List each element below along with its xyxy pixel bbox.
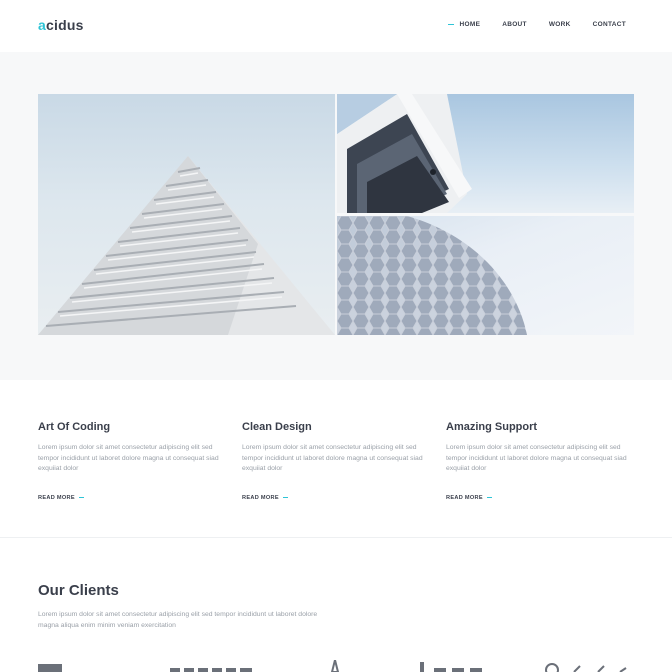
nav-item-about[interactable]: ABOUT bbox=[502, 21, 527, 28]
feature-text: Lorem ipsum dolor sit amet consectetur a… bbox=[446, 444, 627, 472]
read-more-label: READ MORE bbox=[38, 494, 75, 501]
nav-item-contact[interactable]: CONTACT bbox=[593, 21, 626, 28]
feature-title: Art Of Coding bbox=[38, 421, 111, 433]
nav-label-about: ABOUT bbox=[502, 21, 527, 28]
client-logo[interactable] bbox=[544, 660, 628, 672]
site-logo[interactable]: acidus bbox=[38, 17, 84, 33]
nav-item-home[interactable]: HOME bbox=[448, 21, 481, 28]
dash-icon bbox=[282, 496, 288, 499]
site-header: acidus HOME ABOUT WORK CONTACT bbox=[0, 0, 672, 52]
feature-title: Clean Design bbox=[242, 421, 312, 433]
hero-gallery bbox=[0, 52, 672, 380]
nav-label-work: WORK bbox=[548, 21, 571, 28]
read-more-link[interactable]: READ MORE bbox=[242, 495, 288, 501]
read-more-label: READ MORE bbox=[242, 494, 279, 501]
dash-icon bbox=[486, 496, 492, 499]
client-logo[interactable] bbox=[170, 660, 254, 672]
feature-title: Amazing Support bbox=[446, 421, 538, 433]
feature-text: Lorem ipsum dolor sit amet consectetur a… bbox=[38, 444, 219, 472]
dash-icon bbox=[78, 496, 84, 499]
read-more-label: READ MORE bbox=[446, 494, 483, 501]
client-logo[interactable] bbox=[328, 660, 342, 672]
nav-label-contact: CONTACT bbox=[592, 21, 626, 28]
nav-item-work[interactable]: WORK bbox=[549, 21, 571, 28]
client-logo[interactable] bbox=[420, 660, 494, 672]
balconies-building-illustration bbox=[337, 94, 472, 213]
read-more-link[interactable]: READ MORE bbox=[446, 495, 492, 501]
building-pyramid-photo[interactable] bbox=[38, 94, 335, 335]
hexagon-dome-photo[interactable] bbox=[337, 216, 634, 335]
hexagon-dome-illustration bbox=[337, 216, 527, 335]
client-logos-row bbox=[0, 660, 672, 672]
clients-title: Our Clients bbox=[38, 582, 119, 599]
clients-section: Our Clients Lorem ipsum dolor sit amet c… bbox=[0, 539, 672, 672]
pyramid-building-illustration bbox=[38, 156, 335, 335]
building-balconies-photo[interactable] bbox=[337, 94, 634, 213]
logo-accent-letter: a bbox=[38, 17, 46, 33]
clients-text: Lorem ipsum dolor sit amet consectetur a… bbox=[38, 611, 318, 629]
logo-text: cidus bbox=[46, 17, 84, 33]
read-more-link[interactable]: READ MORE bbox=[38, 495, 84, 501]
feature-card: Art Of Coding Lorem ipsum dolor sit amet… bbox=[38, 421, 228, 504]
features-section: Art Of Coding Lorem ipsum dolor sit amet… bbox=[0, 380, 672, 538]
client-logo[interactable] bbox=[38, 660, 62, 672]
feature-text: Lorem ipsum dolor sit amet consectetur a… bbox=[242, 444, 423, 472]
nav-label-home: HOME bbox=[459, 21, 481, 28]
main-nav: HOME ABOUT WORK CONTACT bbox=[448, 21, 627, 28]
feature-card: Clean Design Lorem ipsum dolor sit amet … bbox=[242, 421, 432, 504]
feature-card: Amazing Support Lorem ipsum dolor sit am… bbox=[446, 421, 636, 504]
